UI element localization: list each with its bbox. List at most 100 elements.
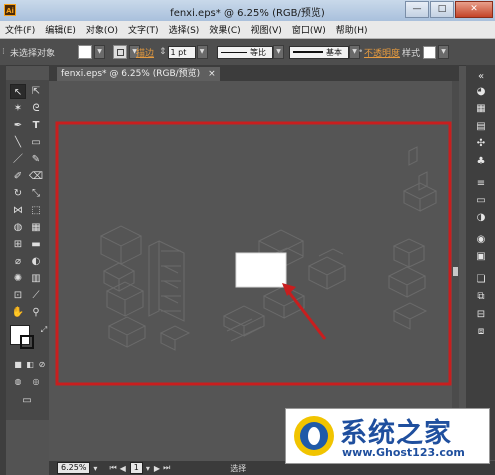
pen-tool-icon[interactable]: ✒ [10,118,26,133]
blob-brush-tool-icon[interactable]: ✐ [10,169,26,184]
zoom-tool-icon[interactable]: ⚲ [28,305,44,320]
perspective-grid-tool-icon[interactable]: ▦ [28,220,44,235]
stroke-swatch[interactable] [113,45,127,59]
style-swatch[interactable] [423,45,436,59]
fill-dropdown-icon[interactable]: ▼ [94,45,105,59]
title-bar: Ai fenxi.eps* @ 6.25% (RGB/预览) — □ ✕ [0,0,495,21]
blend-tool-icon[interactable]: ◐ [28,254,44,269]
symbol-sprayer-tool-icon[interactable]: ✺ [10,271,26,286]
artboard-tool-icon[interactable]: ⊡ [10,288,26,303]
artboards-panel-icon[interactable]: ⧉ [473,290,489,304]
magic-wand-tool-icon[interactable]: ✶ [10,101,26,116]
line-tool-icon[interactable]: ╲ [10,135,26,150]
stroke-weight-field[interactable]: 1 pt [167,45,196,59]
transparency-panel-icon[interactable]: ◑ [473,211,489,225]
stroke-weight-dropdown-icon[interactable]: ▼ [196,45,208,59]
align-panel-icon[interactable]: ⊟ [473,308,489,322]
menu-object[interactable]: 对象(O) [81,23,123,36]
document-tab[interactable]: fenxi.eps* @ 6.25% (RGB/预览) × [57,67,220,81]
draw-mode-icon[interactable]: ◍ [10,374,26,389]
collapse-panels-icon[interactable]: « [473,70,489,84]
watermark-emblem-icon [294,416,334,456]
symbols-panel-icon[interactable]: ♣ [473,155,489,169]
stroke-panel-icon[interactable]: ≡ [473,177,489,191]
close-tab-icon[interactable]: × [208,67,216,81]
appearance-panel-icon[interactable]: ◉ [473,233,489,247]
paintbrush-tool-icon[interactable]: ／ [10,152,26,167]
menu-window[interactable]: 窗口(W) [287,23,331,36]
close-button[interactable]: ✕ [455,1,493,18]
brushes-panel-icon[interactable]: ✣ [473,137,489,151]
menu-help[interactable]: 帮助(H) [331,23,373,36]
next-page-icon[interactable]: ▶ [154,464,160,473]
free-transform-tool-icon[interactable]: ⬚ [28,203,44,218]
gradient-tool-icon[interactable]: ▬ [28,237,44,252]
last-page-icon[interactable]: ⏭ [163,463,170,473]
screen-mode-icon[interactable]: ▭ [19,393,35,408]
menu-bar: 文件(F) 编辑(E) 对象(O) 文字(T) 选择(S) 效果(C) 视图(V… [0,21,495,39]
selection-tool-icon[interactable]: ↖ [10,84,26,99]
bullet-icon: • [358,47,364,57]
graphic-styles-panel-icon[interactable]: ▣ [473,250,489,264]
vertical-scrollbar[interactable] [452,81,459,461]
brush-definition-control[interactable]: 基本 ▼ [289,39,360,65]
layers-panel-icon[interactable]: ❏ [473,273,489,287]
panel-dock: « ◕ ▦ ▤ ✣ ♣ ≡ ▭ ◑ ◉ ▣ ❏ ⧉ ⊟ ⧈ [466,65,495,460]
selection-status: 未选择对象 [10,48,56,59]
canvas-area[interactable] [49,81,459,461]
menu-effect[interactable]: 效果(C) [204,23,245,36]
variable-width-control[interactable]: 等比 ▼ [217,39,284,65]
first-page-icon[interactable]: ⏮ [109,463,116,473]
lasso-tool-icon[interactable]: ᘓ [28,101,44,116]
shape-builder-tool-icon[interactable]: ◍ [10,220,26,235]
fill-swatch[interactable] [78,45,92,59]
menu-file[interactable]: 文件(F) [0,23,40,36]
opacity-link[interactable]: 不透明度 [364,39,400,65]
scale-tool-icon[interactable]: ⤡ [28,186,44,201]
style-label: 样式 [402,48,421,59]
rotate-tool-icon[interactable]: ↻ [10,186,26,201]
menu-type[interactable]: 文字(T) [123,23,164,36]
style-control[interactable]: ▼ [423,39,449,65]
eraser-tool-icon[interactable]: ⌫ [28,169,44,184]
eyedropper-tool-icon[interactable]: ⌀ [10,254,26,269]
style-dropdown-icon[interactable]: ▼ [438,45,449,59]
color-panel-icon[interactable]: ◕ [473,85,489,99]
document-tab-label: fenxi.eps* @ 6.25% (RGB/预览) [61,69,201,79]
minimize-button[interactable]: — [405,1,429,18]
column-graph-tool-icon[interactable]: ▥ [28,271,44,286]
control-bar: ⁞ 未选择对象 ▼ ▼ 描边 ⇕ 1 pt ▼ 等比 ▼ 基本 ▼ • 不透明度… [0,39,495,66]
prev-page-icon[interactable]: ◀ [120,464,126,473]
stroke-link[interactable]: 描边 [136,39,154,65]
none-mode-icon[interactable]: ⊘ [34,357,50,372]
stepper-icon[interactable]: ⇕ [159,47,167,57]
direct-selection-tool-icon[interactable]: ⇱ [28,84,44,99]
type-tool-icon[interactable]: T [28,118,44,133]
page-dropdown-icon[interactable]: ▾ [146,464,150,473]
maximize-button[interactable]: □ [430,1,454,18]
stroke-weight-control[interactable]: ⇕ 1 pt ▼ [159,39,208,65]
menu-edit[interactable]: 编辑(E) [40,23,81,36]
width-tool-icon[interactable]: ⋈ [10,203,26,218]
pencil-tool-icon[interactable]: ✎ [28,152,44,167]
vertical-scroll-thumb[interactable] [453,267,458,276]
variable-width-dropdown-icon[interactable]: ▼ [273,45,284,59]
watermark-url: www.Ghost123.com [342,446,465,459]
fill-control[interactable]: ▼ [78,39,105,65]
color-guide-icon[interactable]: ▦ [473,102,489,116]
mesh-tool-icon[interactable]: ⊞ [10,237,26,252]
zoom-field[interactable]: 6.25% [57,462,91,474]
links-panel-icon[interactable]: ⧈ [473,325,489,339]
swatches-panel-icon[interactable]: ▤ [473,120,489,134]
draw-inside-icon[interactable]: ◎ [28,374,44,389]
hand-tool-icon[interactable]: ✋ [10,305,26,320]
page-field[interactable]: 1 [129,462,143,474]
zoom-dropdown-icon[interactable]: ▾ [93,464,97,473]
menu-view[interactable]: 视图(V) [246,23,287,36]
menu-select[interactable]: 选择(S) [164,23,205,36]
rectangle-tool-icon[interactable]: ▭ [28,135,44,150]
gradient-panel-icon[interactable]: ▭ [473,194,489,208]
fill-stroke-control[interactable] [10,325,34,349]
slice-tool-icon[interactable]: ⟋ [28,288,44,303]
stroke-color-swatch[interactable] [20,335,34,349]
